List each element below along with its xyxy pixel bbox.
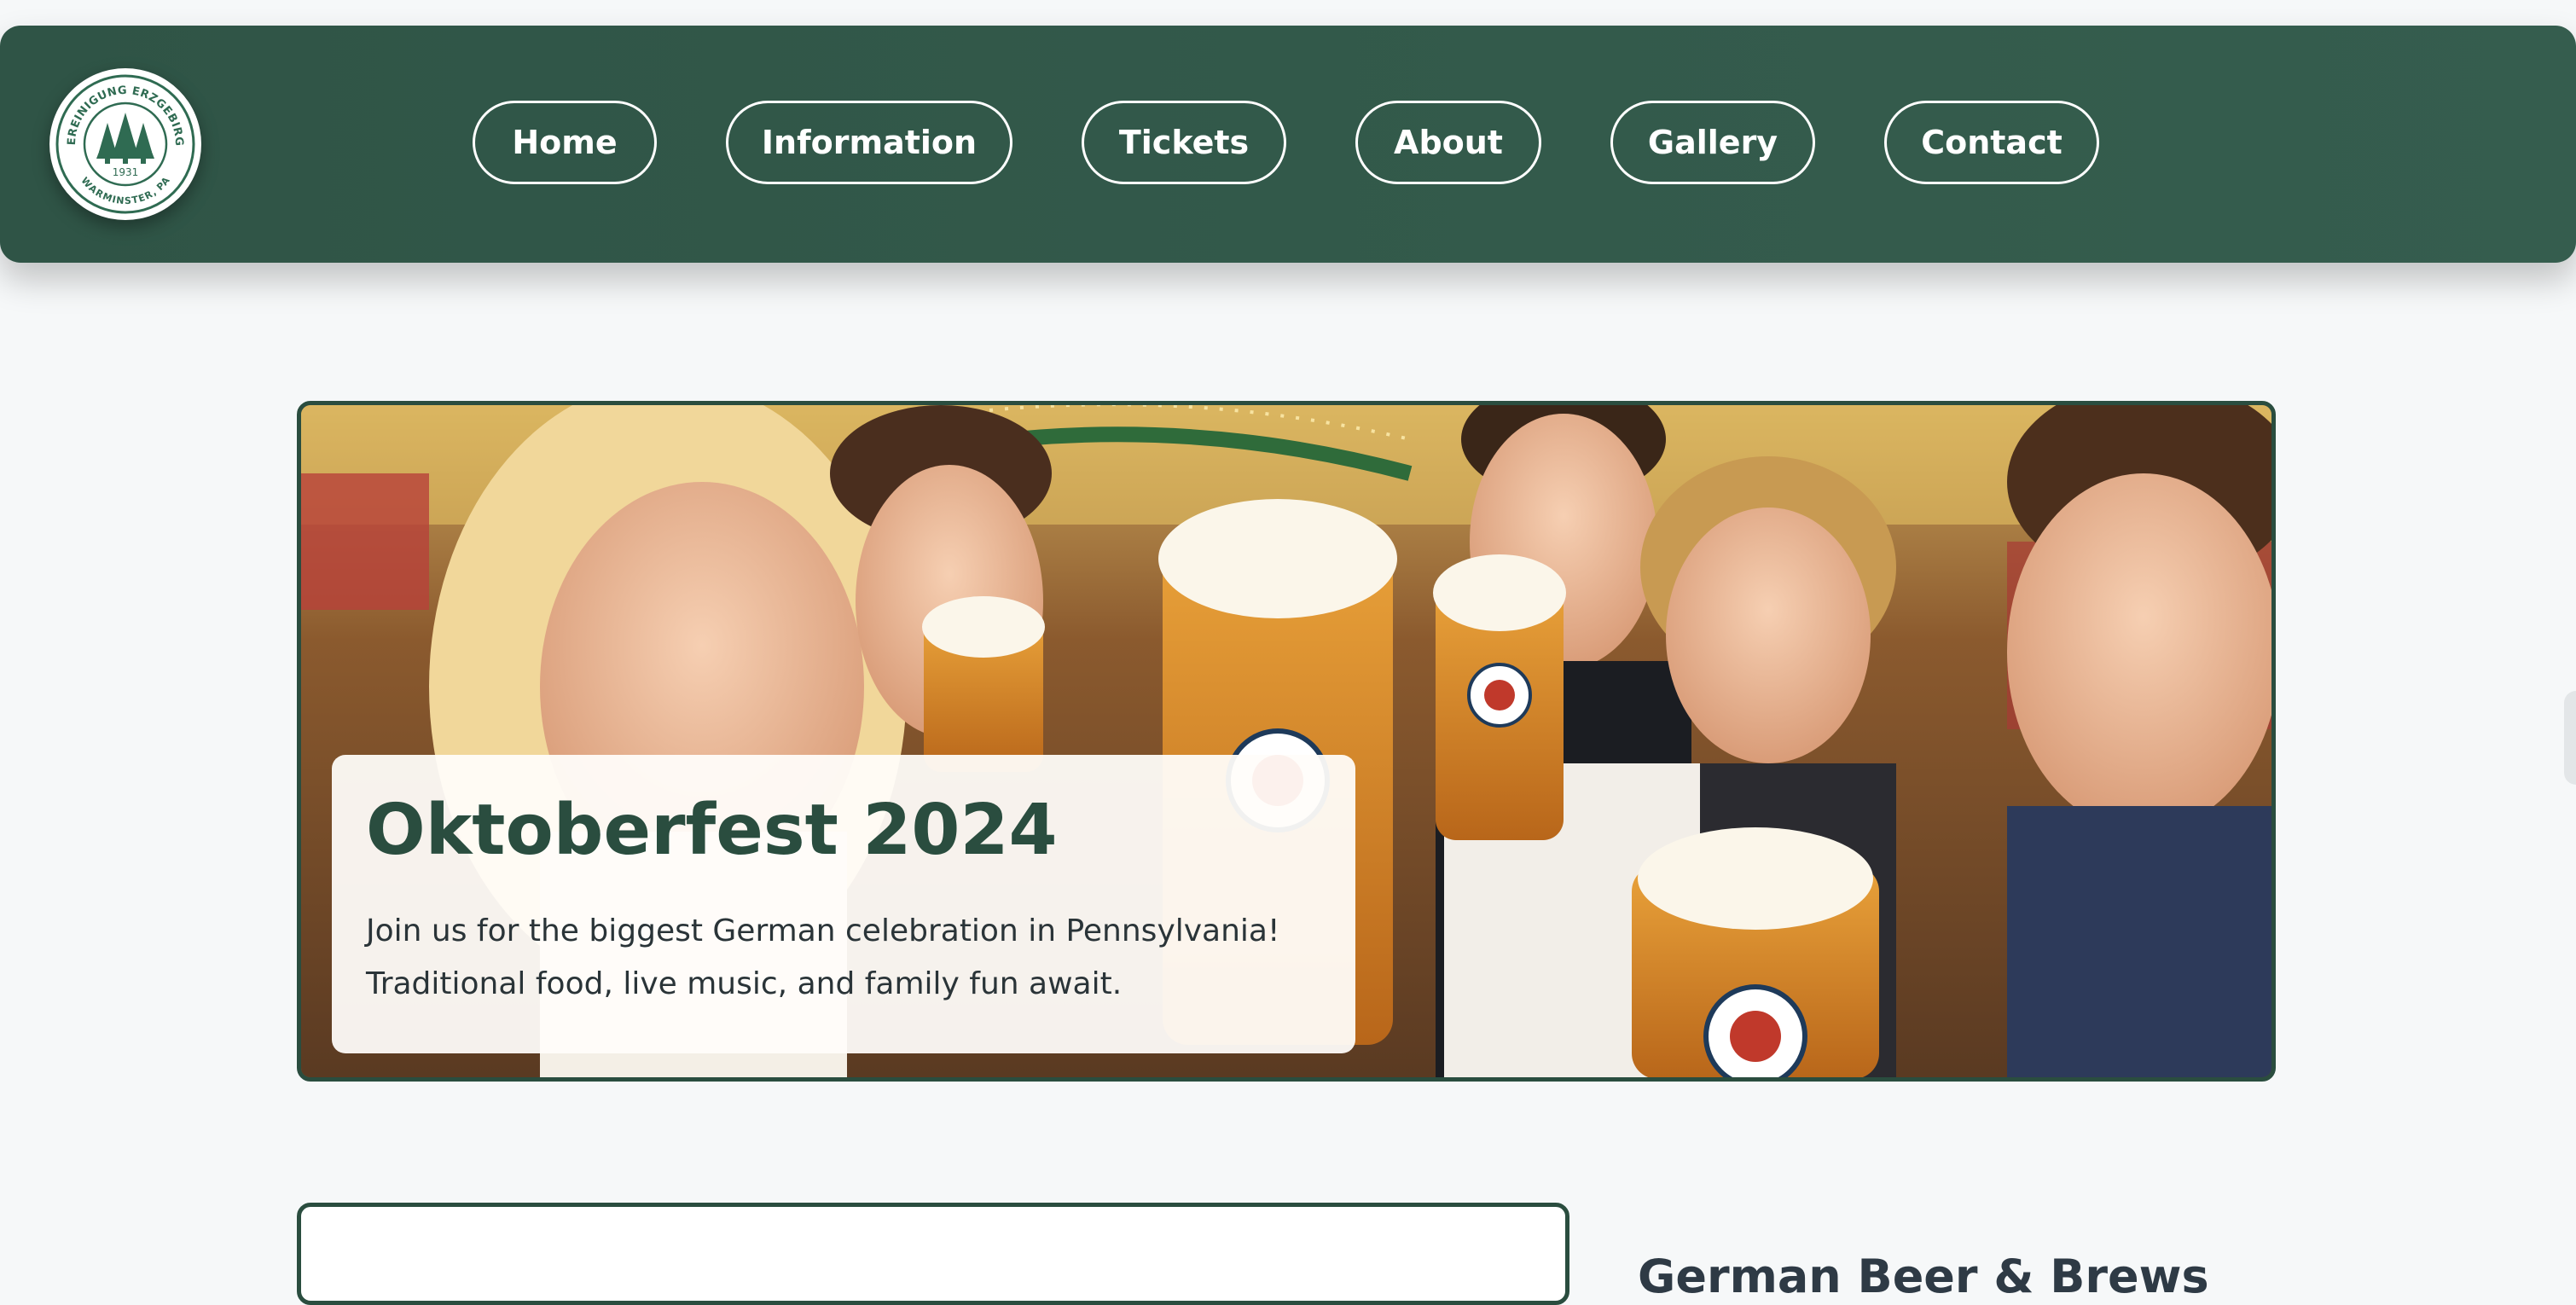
side-drawer-handle[interactable] xyxy=(2564,691,2576,785)
hero-description-line-2: Traditional food, live music, and family… xyxy=(366,966,1123,1001)
hero-banner: Oktoberfest 2024 Join us for the biggest… xyxy=(297,401,2276,1082)
nav-gallery-button[interactable]: Gallery xyxy=(1610,101,1815,184)
nav-about-button[interactable]: About xyxy=(1355,101,1541,184)
german-beer-heading: German Beer & Brews xyxy=(1638,1249,2209,1303)
beer-mug-icon xyxy=(1632,827,1879,1077)
main-nav: Home Information Tickets About Gallery C… xyxy=(0,101,2576,189)
site-header: VEREINIGUNG ERZGEBIRGE WARMINSTER, PA 19… xyxy=(0,26,2576,263)
nav-information-button[interactable]: Information xyxy=(726,101,1012,184)
hero-description-line-1: Join us for the biggest German celebrati… xyxy=(366,914,1280,948)
content-card xyxy=(297,1203,1569,1305)
beer-mug-icon xyxy=(922,596,1045,772)
nav-tickets-button[interactable]: Tickets xyxy=(1082,101,1286,184)
nav-home-button[interactable]: Home xyxy=(473,101,657,184)
hero-card: Oktoberfest 2024 Join us for the biggest… xyxy=(332,755,1355,1053)
hero-title: Oktoberfest 2024 xyxy=(366,790,1058,871)
hero-description: Join us for the biggest German celebrati… xyxy=(366,905,1321,1011)
beer-mug-icon xyxy=(1433,554,1566,840)
nav-contact-button[interactable]: Contact xyxy=(1884,101,2099,184)
